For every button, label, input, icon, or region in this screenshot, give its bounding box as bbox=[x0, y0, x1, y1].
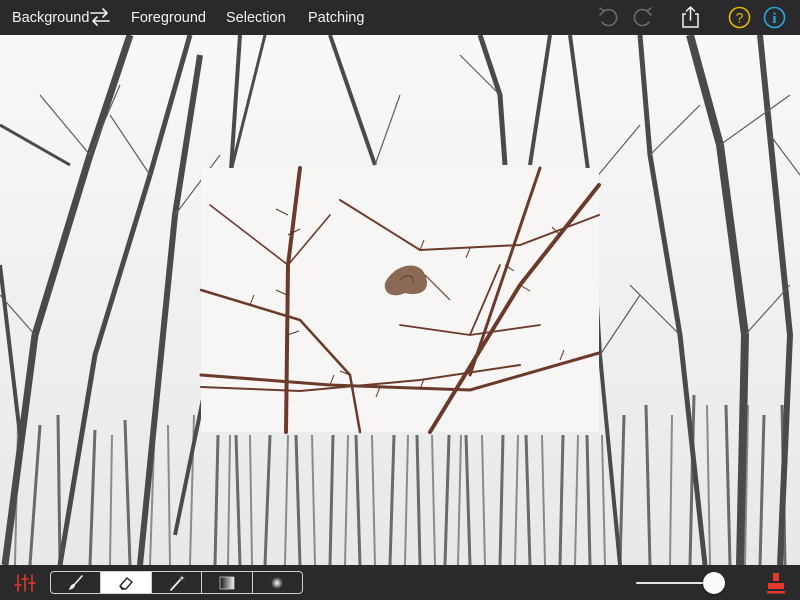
tab-patching[interactable]: Patching bbox=[308, 0, 364, 35]
gradient-tool[interactable] bbox=[202, 572, 253, 593]
tool-segmented-control bbox=[50, 571, 303, 594]
redo-icon[interactable] bbox=[630, 5, 655, 30]
brush-tool[interactable] bbox=[51, 572, 102, 593]
swap-arrows-icon[interactable] bbox=[89, 6, 111, 28]
tab-background[interactable]: Background bbox=[12, 0, 89, 35]
foreground-photo[interactable] bbox=[199, 166, 601, 434]
share-icon[interactable] bbox=[678, 5, 703, 30]
slider-thumb[interactable] bbox=[703, 572, 726, 594]
eraser-icon bbox=[119, 576, 133, 590]
adjust-sliders-icon[interactable] bbox=[14, 572, 36, 594]
help-icon[interactable]: ? bbox=[727, 5, 752, 30]
tab-selection[interactable]: Selection bbox=[226, 0, 286, 35]
eraser-tool[interactable] bbox=[101, 572, 152, 593]
background-photo bbox=[0, 35, 800, 565]
gradient-icon bbox=[219, 576, 235, 589]
magic-wand-icon bbox=[169, 574, 185, 591]
brush-icon bbox=[68, 574, 83, 590]
opacity-slider[interactable] bbox=[636, 572, 728, 594]
image-canvas[interactable] bbox=[0, 35, 800, 565]
undo-icon[interactable] bbox=[596, 5, 621, 30]
tab-foreground[interactable]: Foreground bbox=[131, 0, 206, 35]
soft-brush-icon bbox=[271, 576, 284, 589]
stamp-icon[interactable] bbox=[765, 571, 787, 595]
soft-brush-tool[interactable] bbox=[253, 572, 302, 593]
top-toolbar: Background Foreground Selection Patching… bbox=[0, 0, 800, 35]
svg-text:i: i bbox=[772, 11, 776, 27]
info-icon[interactable]: i bbox=[762, 5, 787, 30]
magic-wand-tool[interactable] bbox=[152, 572, 203, 593]
svg-text:?: ? bbox=[736, 10, 744, 26]
